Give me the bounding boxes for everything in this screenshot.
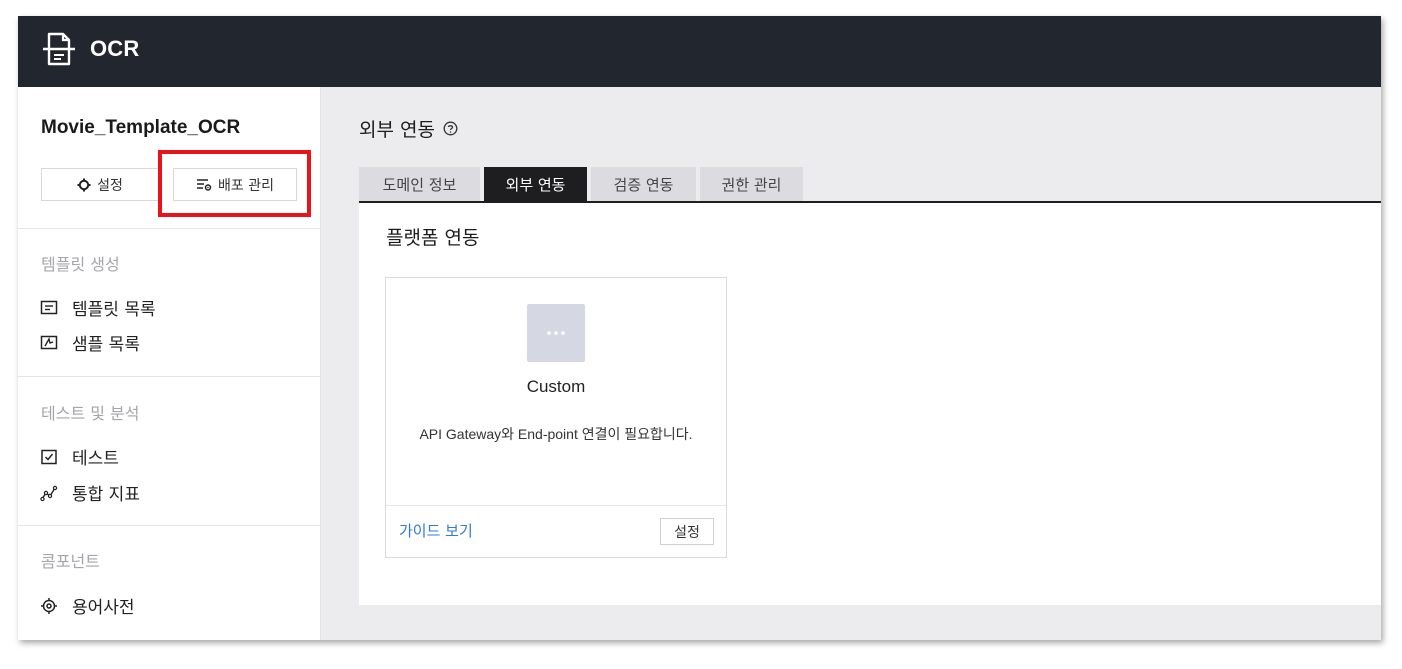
sidebar-item-template-list[interactable]: 템플릿 목록 bbox=[40, 295, 156, 320]
sidebar-divider bbox=[18, 376, 321, 377]
section-title-component: 콤포넌트 bbox=[41, 552, 100, 571]
page-title: 외부 연동 bbox=[359, 115, 458, 142]
sidebar-item-label: 테스트 bbox=[72, 449, 119, 469]
app-title: OCR bbox=[90, 36, 140, 61]
card-settings-button[interactable]: 설정 bbox=[660, 518, 714, 545]
project-name: Movie_Template_OCR bbox=[41, 117, 241, 138]
sidebar-item-label: 용어사전 bbox=[72, 598, 135, 618]
card-title: Custom bbox=[526, 377, 586, 396]
custom-integration-card: Custom API Gateway와 End-point 연결이 필요합니다.… bbox=[385, 277, 727, 558]
integration-panel: 플랫폼 연동 Custom API Gateway와 End-point 연결이… bbox=[359, 203, 1381, 605]
card-description: API Gateway와 End-point 연결이 필요합니다. bbox=[419, 426, 693, 442]
section-title-template: 템플릿 생성 bbox=[41, 255, 120, 274]
sidebar-item-metrics[interactable]: 통합 지표 bbox=[40, 480, 140, 505]
guide-link[interactable]: 가이드 보기 bbox=[399, 520, 473, 541]
question-circle-icon[interactable] bbox=[443, 121, 458, 136]
sidebar: Movie_Template_OCR 설정 배포 관리 템플릿 생성 템플릿 목… bbox=[18, 87, 321, 640]
app-window: OCR Movie_Template_OCR 설정 배포 관리 템플릿 생성 템… bbox=[18, 16, 1381, 640]
document-icon bbox=[43, 32, 75, 66]
list-icon bbox=[40, 300, 58, 314]
top-bar: OCR bbox=[18, 16, 1381, 87]
tab-validation-integration[interactable]: 검증 연동 bbox=[591, 167, 696, 201]
tab-external-integration[interactable]: 외부 연동 bbox=[484, 167, 587, 201]
checkbox-icon bbox=[41, 449, 57, 464]
section-title-test: 테스트 및 분석 bbox=[41, 404, 140, 423]
sidebar-item-test[interactable]: 테스트 bbox=[40, 444, 119, 469]
more-dots-icon bbox=[527, 304, 585, 362]
settings-button[interactable]: 설정 bbox=[41, 168, 159, 201]
sidebar-item-label: 템플릿 목록 bbox=[72, 300, 156, 320]
page-title-text: 외부 연동 bbox=[359, 119, 435, 141]
line-graph-icon bbox=[40, 485, 58, 501]
tab-permission-management[interactable]: 권한 관리 bbox=[700, 167, 803, 201]
sidebar-item-label: 통합 지표 bbox=[72, 485, 140, 505]
sidebar-item-label: 샘플 목록 bbox=[72, 335, 140, 355]
sidebar-divider bbox=[18, 228, 321, 229]
gear-icon bbox=[77, 178, 91, 191]
sidebar-item-sample-list[interactable]: 샘플 목록 bbox=[40, 330, 140, 355]
card-divider bbox=[386, 505, 726, 506]
target-icon bbox=[41, 597, 57, 614]
settings-button-label: 설정 bbox=[97, 177, 123, 194]
sidebar-item-glossary[interactable]: 용어사전 bbox=[40, 593, 135, 618]
sidebar-divider bbox=[18, 525, 321, 526]
highlight-annotation bbox=[158, 150, 311, 217]
tab-domain-info[interactable]: 도메인 정보 bbox=[359, 167, 480, 201]
sample-image-icon bbox=[40, 335, 58, 349]
panel-title: 플랫폼 연동 bbox=[386, 227, 480, 249]
tab-bar: 도메인 정보 외부 연동 검증 연동 권한 관리 bbox=[359, 167, 803, 201]
